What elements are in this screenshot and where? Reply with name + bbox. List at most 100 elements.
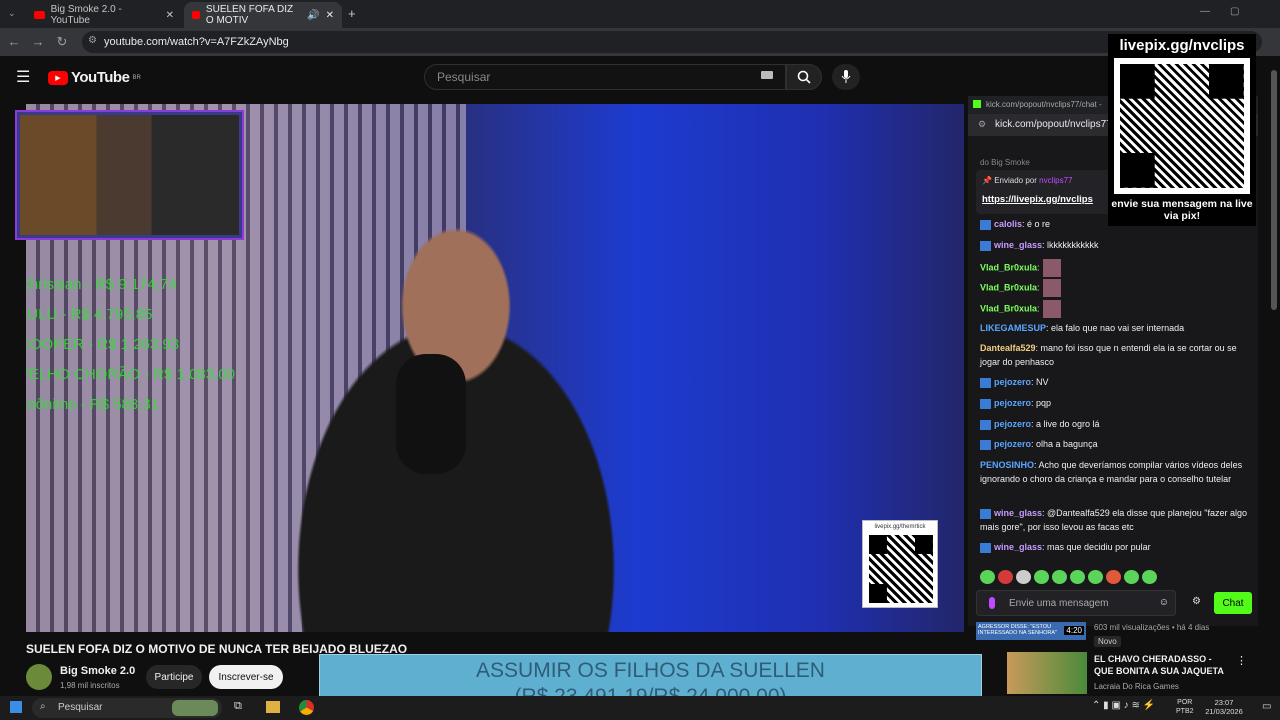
emote-icon[interactable] [980,570,995,584]
reload-icon[interactable]: ↻ [50,34,74,50]
microphone-icon[interactable] [989,597,995,609]
url-input[interactable]: ⚙ youtube.com/watch?v=A7FZkZAyNbg [82,31,1262,53]
page-scrollbar[interactable] [1271,70,1277,310]
chat-username[interactable]: Vlad_Br0xula [980,282,1037,292]
subscriber-count: 1,98 mil inscritos [60,681,120,690]
task-view-icon[interactable]: ⧉ [234,700,242,713]
chat-text: : [1037,282,1040,293]
chat-text: : é o re [1022,219,1051,229]
chat-username[interactable]: pejozero [994,398,1031,408]
chat-username[interactable]: Vlad_Br0xula [980,303,1037,313]
tab-suelen[interactable]: SUELEN FOFA DIZ O MOTIV 🔊 ✕ [184,2,342,28]
recommended-title[interactable]: EL CHAVO CHERADASSO - QUE BONITA A SUA J… [1094,653,1232,677]
windows-taskbar: ⌕ Pesquisar ⧉ ⌃ ▮ ▣ ♪ ≋ ⚡ POR PTB2 23:07… [0,696,1280,720]
emote-icon[interactable] [1088,570,1103,584]
chat-message: Vlad_Br0xula: [980,300,1250,318]
site-info-icon[interactable]: ⚙ [88,35,97,46]
youtube-logo[interactable]: ▶ YouTube BR [48,69,141,86]
subscribe-button[interactable]: Inscrever-se [209,665,283,689]
chrome-icon[interactable] [299,700,314,715]
recommended-channel[interactable]: Lacraia Do Rica Games [1094,682,1179,691]
search-placeholder: Pesquisar [437,70,491,84]
speaker-icon[interactable]: 🔊 [307,10,319,21]
close-icon[interactable]: ✕ [166,10,174,21]
emote-icon[interactable] [1052,570,1067,584]
subscriber-badge-icon [980,398,991,409]
region-code: BR [132,74,141,81]
back-icon[interactable]: ← [2,34,26,49]
recommended-thumbnail[interactable]: AGRESSOR DISSE: "ESTOU INTERESSADO NA SE… [976,622,1086,640]
chat-username[interactable]: Vlad_Br0xula [980,262,1037,272]
close-icon[interactable]: ✕ [326,10,334,21]
emote-icon[interactable] [998,570,1013,584]
pinned-prefix: do Big Smoke [980,158,1030,167]
chat-username[interactable]: calolis [994,219,1022,229]
chat-window-title: kick.com/popout/nvclips77/chat - [986,100,1102,109]
menu-icon[interactable]: ☰ [16,67,30,87]
forward-icon[interactable]: → [26,34,50,49]
windows-start-icon[interactable] [10,701,22,713]
more-options-icon[interactable]: ⋮ [1236,654,1247,667]
address-bar-row: ← → ↻ ⚙ youtube.com/watch?v=A7FZkZAyNbg [0,28,1280,56]
pinned-link[interactable]: https://livepix.gg/nvclips [982,194,1093,205]
tab-big-smoke[interactable]: Big Smoke 2.0 - YouTube ✕ [26,2,182,28]
chat-username[interactable]: wine_glass [994,542,1042,552]
chat-username[interactable]: wine_glass [994,508,1042,518]
chat-emote-icon [1042,259,1061,277]
emoji-icon[interactable]: ☺ [1159,597,1169,608]
emote-icon[interactable] [1106,570,1121,584]
chat-text: : pqp [1031,398,1052,408]
notification-icon[interactable]: ▭ [1262,701,1271,712]
search-icon [797,70,811,84]
chat-username[interactable]: LIKEGAMESUP [980,323,1046,333]
goal-title: ASSUMIR OS FILHOS DA SUELLEN [476,659,825,682]
subscriber-badge-icon [980,508,991,519]
thumbnail-text: AGRESSOR DISSE: "ESTOU INTERESSADO NA SE… [978,624,1057,636]
chat-username[interactable]: pejozero [994,439,1031,449]
keyboard-icon[interactable] [761,71,773,79]
chat-username[interactable]: pejozero [994,419,1031,429]
keyboard-language[interactable]: POR PTB2 [1176,698,1194,716]
system-tray-icons[interactable]: ⌃ ▮ ▣ ♪ ≋ ⚡ [1092,700,1155,711]
emote-icon[interactable] [1016,570,1031,584]
recommended-thumbnail[interactable] [1007,652,1087,694]
site-info-icon[interactable]: ⚙ [978,119,986,130]
taskbar-search[interactable]: ⌕ Pesquisar [32,698,222,718]
emote-icon[interactable] [1034,570,1049,584]
chat-message: pejozero: NV [980,375,1250,389]
chat-text: : a live do ogro lá [1031,419,1100,429]
chat-message: wine_glass: @Dantealfa529 ela disse que … [980,506,1250,534]
emote-icon[interactable] [1070,570,1085,584]
subscriber-badge-icon [980,240,991,251]
pinned-sender: nvclips77 [1039,176,1073,185]
qr-url: livepix.gg/nvclips [1119,37,1245,54]
chat-username[interactable]: wine_glass [994,240,1042,250]
settings-icon[interactable]: ⚙ [1192,596,1201,607]
subscriber-badge-icon [980,439,991,450]
chat-send-button[interactable]: Chat [1214,592,1252,614]
tab-search-icon[interactable]: ⌄ [8,8,16,19]
search-input[interactable]: Pesquisar [424,64,786,90]
clock[interactable]: 23:07 21/03/2026 [1202,698,1246,716]
channel-name[interactable]: Big Smoke 2.0 [60,665,135,677]
chat-message: PENOSINHO: Acho que deveríamos compilar … [980,458,1250,486]
emote-icon[interactable] [1124,570,1139,584]
chat-username[interactable]: pejozero [994,377,1031,387]
chat-url: kick.com/popout/nvclips77/ [995,119,1115,130]
file-explorer-icon[interactable] [266,701,280,713]
join-button[interactable]: Participe [146,665,202,689]
voice-search-button[interactable] [832,64,860,90]
emote-icon[interactable] [1142,570,1157,584]
new-tab-icon[interactable]: + [348,6,356,21]
search-button[interactable] [786,64,822,90]
chat-username[interactable]: Dantealfa529 [980,343,1036,353]
chat-message: wine_glass: lkkkkkkkkkkk [980,238,1250,252]
channel-avatar[interactable] [26,664,52,690]
minimize-icon[interactable]: — [1200,6,1210,17]
maximize-icon[interactable]: ▢ [1230,6,1239,17]
chat-message: pejozero: pqp [980,396,1250,410]
chat-message-input[interactable]: Envie uma mensagem ☺ [976,590,1176,616]
donor-line: anônimo - R$ 588,31 [26,396,160,413]
chat-username[interactable]: PENOSINHO [980,460,1034,470]
tab-title: SUELEN FOFA DIZ O MOTIV [205,4,294,26]
